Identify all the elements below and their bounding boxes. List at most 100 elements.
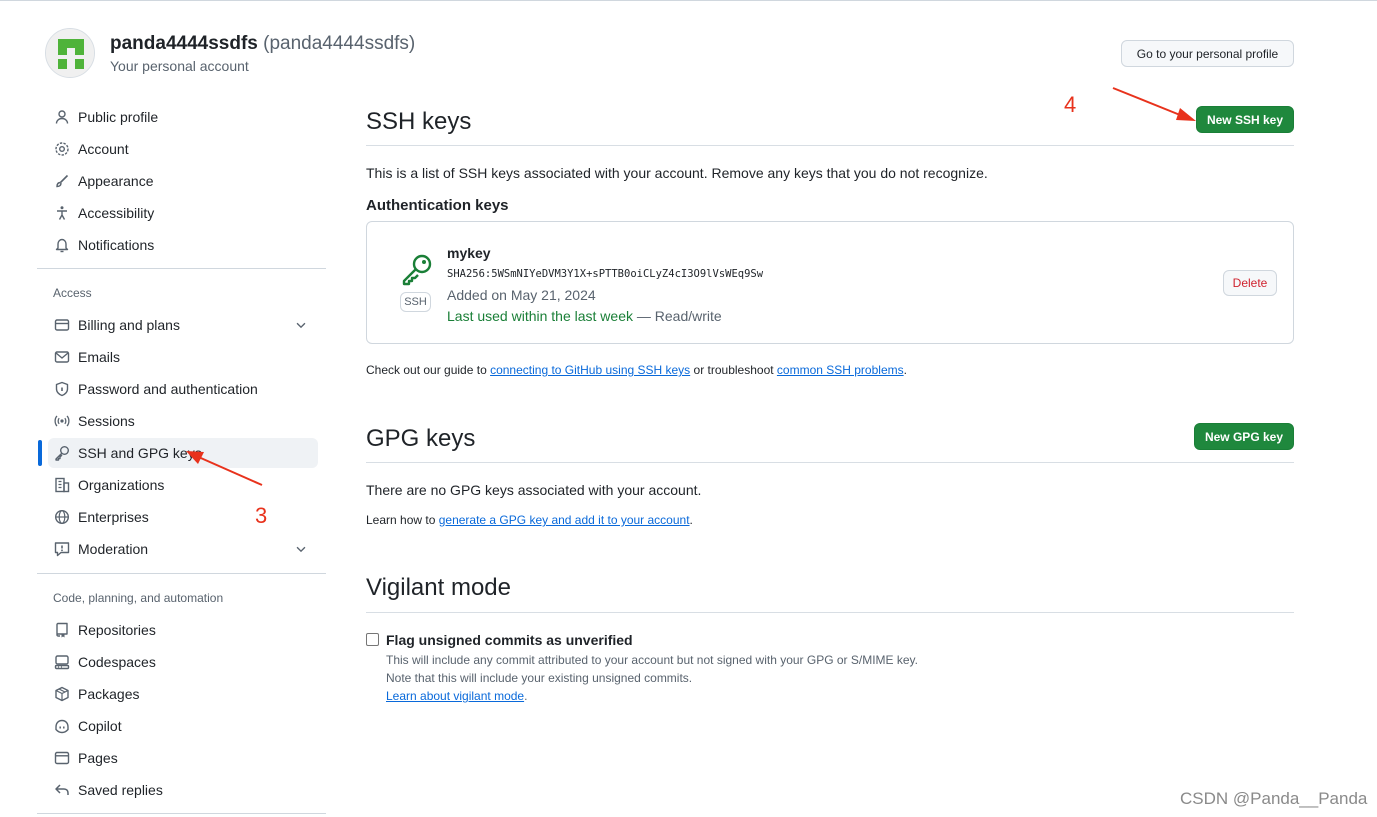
sidebar-item-label: Appearance	[78, 173, 154, 189]
sidebar-item-label: Account	[78, 141, 129, 157]
sidebar-item-pages[interactable]: Pages	[48, 743, 318, 773]
sidebar-item-label: Repositories	[78, 622, 156, 638]
account-login: (panda4444ssdfs)	[263, 33, 416, 54]
annotation-arrow-4	[1112, 87, 1196, 121]
sidebar-item-label: Enterprises	[78, 509, 149, 525]
account-subtitle: Your personal account	[110, 58, 249, 74]
go-to-profile-button[interactable]: Go to your personal profile	[1121, 40, 1294, 67]
account-name[interactable]: panda4444ssdfs (panda4444ssdfs)	[110, 33, 415, 55]
generate-gpg-key-link[interactable]: generate a GPG key and add it to your ac…	[439, 513, 690, 527]
sidebar-item-label: Organizations	[78, 477, 165, 493]
ssh-keys-title: SSH keys	[366, 108, 472, 135]
sidebar-item-ssh-and-gpg-keys[interactable]: SSH and GPG keys	[48, 438, 318, 468]
sidebar-item-organizations[interactable]: Organizations	[48, 470, 318, 500]
sidebar-item-label: Public profile	[78, 109, 159, 125]
paintbrush-icon	[54, 173, 70, 189]
vigilant-mode-checkbox[interactable]	[366, 633, 379, 646]
annotation-step-3: 3	[255, 503, 268, 528]
key-last-used-text: Last used within the last week	[447, 308, 633, 324]
sidebar-item-label: SSH and GPG keys	[78, 445, 202, 461]
avatar[interactable]	[45, 28, 95, 78]
key-title: mykey	[447, 245, 491, 261]
active-indicator	[38, 440, 42, 466]
key-icon	[402, 254, 432, 286]
sidebar-item-notifications[interactable]: Notifications	[48, 230, 318, 260]
sidebar-item-label: Packages	[78, 686, 140, 702]
gear-icon	[54, 141, 70, 157]
sidebar-item-codespaces[interactable]: Codespaces	[48, 647, 318, 677]
annotation-step-4: 4	[1064, 92, 1077, 117]
top-border	[0, 0, 1377, 1]
key-added-date: Added on May 21, 2024	[447, 287, 596, 303]
sidebar-item-repositories[interactable]: Repositories	[48, 615, 318, 645]
gpg-keys-title: GPG keys	[366, 425, 476, 452]
vigilant-mode-title: Vigilant mode	[366, 574, 511, 601]
sidebar-item-label: Notifications	[78, 237, 155, 253]
accessibility-icon	[54, 205, 70, 221]
sidebar-item-label: Saved replies	[78, 782, 163, 798]
vigilant-checkbox-label[interactable]: Flag unsigned commits as unverified	[386, 632, 633, 648]
section-divider	[366, 462, 1294, 463]
chevron-down-icon[interactable]	[294, 542, 308, 556]
sidebar-item-emails[interactable]: Emails	[48, 342, 318, 372]
sidebar-item-label: Copilot	[78, 718, 122, 734]
sidebar-item-appearance[interactable]: Appearance	[48, 166, 318, 196]
csdn-watermark: CSDN @Panda__Panda	[1180, 789, 1368, 808]
learn-vigilant-mode-link[interactable]: Learn about vigilant mode	[386, 689, 524, 703]
sidebar-heading-code: Code, planning, and automation	[53, 591, 224, 605]
sidebar-item-label: Moderation	[78, 541, 149, 557]
sidebar-item-password-and-authentication[interactable]: Password and authentication	[48, 374, 318, 404]
sidebar-item-saved-replies[interactable]: Saved replies	[48, 775, 318, 805]
sidebar-item-label: Sessions	[78, 413, 135, 429]
gpg-learn-text: Learn how to generate a GPG key and add …	[366, 513, 693, 527]
ssh-type-badge: SSH	[400, 292, 431, 312]
key-access-level: — Read/write	[633, 308, 722, 324]
sidebar-item-copilot[interactable]: Copilot	[48, 711, 318, 741]
auth-keys-heading: Authentication keys	[366, 197, 509, 214]
sidebar-item-moderation[interactable]: Moderation	[48, 534, 318, 564]
delete-key-button[interactable]: Delete	[1223, 270, 1277, 296]
key-fingerprint: SHA256:5WSmNIYeDVM3Y1X+sPTTB0oiCLyZ4cI3O…	[447, 268, 764, 280]
vigilant-note-2: Note that this will include your existin…	[386, 671, 693, 685]
sidebar-divider	[37, 813, 326, 814]
sidebar-item-label: Emails	[78, 349, 121, 365]
gpg-learn-prefix: Learn how to	[366, 513, 439, 527]
globe-icon	[54, 509, 70, 525]
sidebar-item-label: Pages	[78, 750, 118, 766]
key-last-used: Last used within the last week — Read/wr…	[447, 308, 722, 324]
credit-card-icon	[54, 317, 70, 333]
sidebar-item-public-profile[interactable]: Public profile	[48, 102, 318, 132]
chevron-down-icon[interactable]	[294, 318, 308, 332]
connecting-ssh-link[interactable]: connecting to GitHub using SSH keys	[490, 363, 690, 377]
key-icon	[54, 445, 70, 461]
sidebar-item-enterprises[interactable]: Enterprises	[48, 502, 318, 532]
sidebar-item-label: Accessibility	[78, 205, 155, 221]
copilot-icon	[54, 718, 70, 734]
new-gpg-key-button[interactable]: New GPG key	[1194, 423, 1294, 450]
shield-lock-icon	[54, 381, 70, 397]
organization-icon	[54, 477, 70, 493]
gpg-learn-suffix: .	[689, 513, 693, 527]
broadcast-icon	[54, 413, 70, 429]
sidebar-item-accessibility[interactable]: Accessibility	[48, 198, 318, 228]
repo-icon	[54, 622, 70, 638]
mail-icon	[54, 349, 70, 365]
common-ssh-problems-link[interactable]: common SSH problems	[777, 363, 904, 377]
sidebar-divider	[37, 573, 326, 574]
sidebar-item-billing-and-plans[interactable]: Billing and plans	[48, 310, 318, 340]
sidebar-item-label: Password and authentication	[78, 381, 258, 397]
sidebar-divider	[37, 268, 326, 269]
browser-icon	[54, 750, 70, 766]
section-divider	[366, 612, 1294, 613]
sidebar-item-packages[interactable]: Packages	[48, 679, 318, 709]
sidebar-heading-access: Access	[53, 286, 92, 300]
account-display-name: panda4444ssdfs	[110, 33, 258, 54]
new-ssh-key-button[interactable]: New SSH key	[1196, 106, 1294, 133]
sidebar-item-sessions[interactable]: Sessions	[48, 406, 318, 436]
ssh-key-item: SSH mykey SHA256:5WSmNIYeDVM3Y1X+sPTTB0o…	[366, 221, 1294, 344]
bell-icon	[54, 237, 70, 253]
guide-prefix: Check out our guide to	[366, 363, 491, 377]
vigilant-learn-suffix: .	[524, 689, 528, 703]
sidebar-item-account[interactable]: Account	[48, 134, 318, 164]
vigilant-learn: Learn about vigilant mode.	[386, 689, 527, 703]
